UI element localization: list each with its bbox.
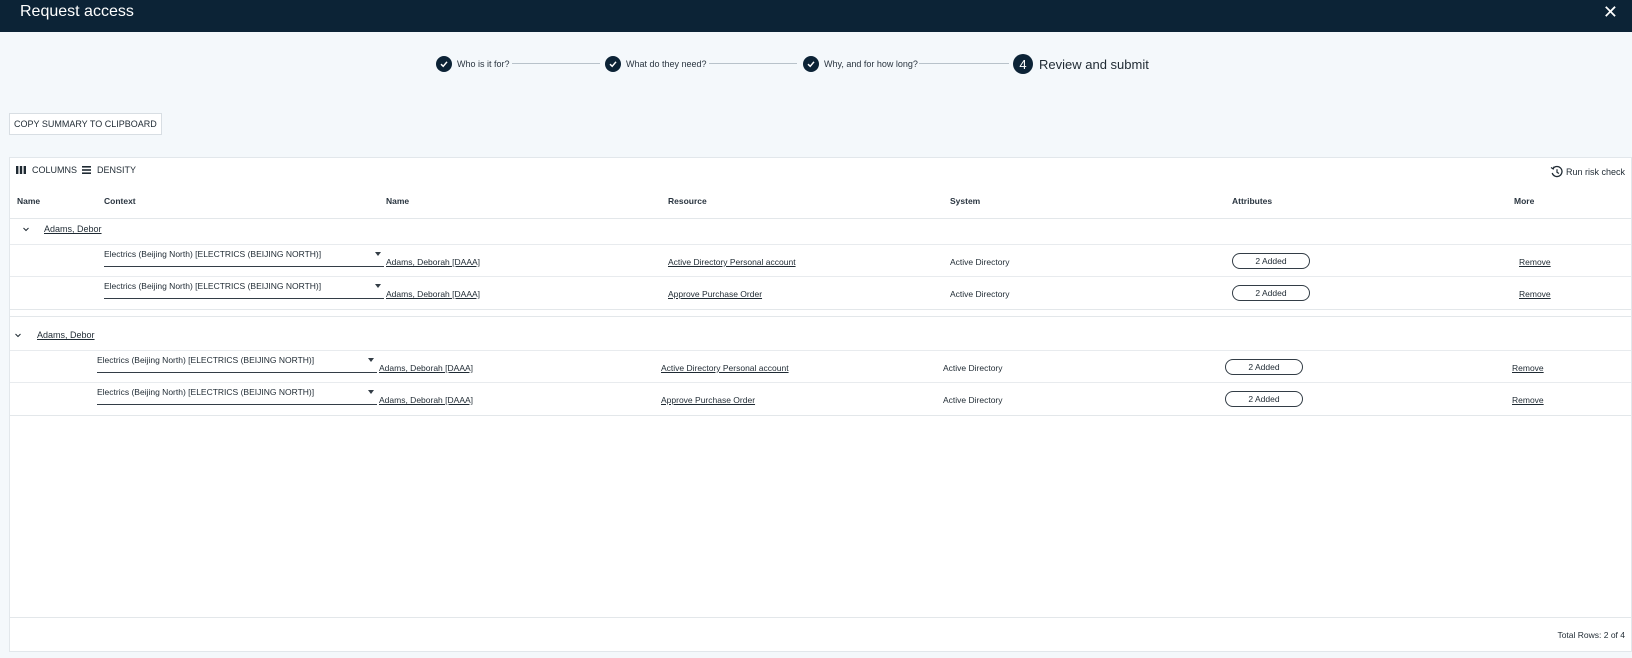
step-what[interactable]: What do they need? bbox=[605, 50, 707, 78]
system-cell: Active Directory bbox=[950, 289, 1010, 299]
table-row: Electrics (Beijing North) [ELECTRICS (BE… bbox=[10, 276, 1631, 310]
system-cell: Active Directory bbox=[943, 395, 1003, 405]
grid-toolbar: COLUMNS DENSITY Run risk check bbox=[10, 158, 1631, 182]
density-button[interactable]: DENSITY bbox=[82, 165, 136, 175]
context-select[interactable]: Electrics (Beijing North) [ELECTRICS (BE… bbox=[104, 281, 384, 299]
resource-link[interactable]: Approve Purchase Order bbox=[668, 289, 762, 299]
density-icon bbox=[82, 166, 91, 174]
columns-icon bbox=[16, 166, 26, 174]
check-icon bbox=[605, 56, 621, 72]
step-who[interactable]: Who is it for? bbox=[436, 50, 510, 78]
column-header-name-2[interactable]: Name bbox=[386, 196, 409, 206]
close-icon[interactable]: ✕ bbox=[1603, 2, 1618, 23]
attributes-badge[interactable]: 2 Added bbox=[1225, 359, 1303, 375]
history-icon bbox=[1550, 165, 1563, 178]
identity-link[interactable]: Adams, Deborah [DAAA] bbox=[379, 395, 473, 405]
step-why[interactable]: Why, and for how long? bbox=[803, 50, 918, 78]
dropdown-arrow-icon bbox=[368, 390, 374, 394]
attributes-badge[interactable]: 2 Added bbox=[1232, 285, 1310, 301]
remove-link[interactable]: Remove bbox=[1519, 289, 1551, 299]
column-header-context[interactable]: Context bbox=[104, 196, 136, 206]
identity-link[interactable]: Adams, Deborah [DAAA] bbox=[379, 363, 473, 373]
total-rows-count: Total Rows: 2 of 4 bbox=[1557, 630, 1625, 640]
footer-divider bbox=[10, 617, 1631, 618]
table-row: Electrics (Beijing North) [ELECTRICS (BE… bbox=[10, 382, 1631, 416]
context-value: Electrics (Beijing North) [ELECTRICS (BE… bbox=[104, 249, 322, 259]
step-label: What do they need? bbox=[626, 59, 707, 69]
step-review[interactable]: 4 Review and submit bbox=[1013, 50, 1149, 78]
group-row: Adams, Debor bbox=[10, 320, 1631, 350]
dropdown-arrow-icon bbox=[375, 252, 381, 256]
check-icon bbox=[436, 56, 452, 72]
system-cell: Active Directory bbox=[943, 363, 1003, 373]
remove-link[interactable]: Remove bbox=[1519, 257, 1551, 267]
step-label: Who is it for? bbox=[457, 59, 510, 69]
run-risk-check-label: Run risk check bbox=[1565, 167, 1625, 177]
columns-label: COLUMNS bbox=[32, 165, 78, 175]
dialog-header: Request access ✕ bbox=[0, 0, 1632, 32]
columns-button[interactable]: COLUMNS bbox=[16, 165, 77, 175]
group-divider bbox=[10, 415, 1631, 416]
run-risk-check-button[interactable]: Run risk check bbox=[1550, 165, 1625, 179]
column-header-attributes[interactable]: Attributes bbox=[1232, 196, 1272, 206]
group-divider bbox=[10, 309, 1631, 310]
step-number: 4 bbox=[1013, 54, 1033, 74]
resource-link[interactable]: Active Directory Personal account bbox=[668, 257, 796, 267]
chevron-down-icon[interactable] bbox=[13, 330, 23, 340]
dialog-title: Request access bbox=[20, 3, 134, 20]
system-cell: Active Directory bbox=[950, 257, 1010, 267]
group-name[interactable]: Adams, Debor bbox=[37, 330, 95, 340]
step-label: Why, and for how long? bbox=[824, 59, 918, 69]
step-connector bbox=[512, 63, 600, 64]
table-row: Electrics (Beijing North) [ELECTRICS (BE… bbox=[10, 350, 1631, 384]
context-select[interactable]: Electrics (Beijing North) [ELECTRICS (BE… bbox=[97, 387, 377, 405]
column-header-system[interactable]: System bbox=[950, 196, 980, 206]
dropdown-arrow-icon bbox=[375, 284, 381, 288]
chevron-down-icon[interactable] bbox=[21, 224, 31, 234]
group-divider bbox=[10, 316, 1631, 317]
progress-stepper: Who is it for? What do they need? Why, a… bbox=[0, 50, 1632, 78]
group-row: Adams, Debor bbox=[10, 214, 1631, 244]
step-label: Review and submit bbox=[1039, 56, 1149, 72]
context-value: Electrics (Beijing North) [ELECTRICS (BE… bbox=[104, 281, 322, 291]
resource-link[interactable]: Active Directory Personal account bbox=[661, 363, 789, 373]
group-name[interactable]: Adams, Debor bbox=[44, 224, 102, 234]
context-value: Electrics (Beijing North) [ELECTRICS (BE… bbox=[97, 355, 315, 365]
dropdown-arrow-icon bbox=[368, 358, 374, 362]
column-header-name[interactable]: Name bbox=[17, 196, 40, 206]
attributes-badge[interactable]: 2 Added bbox=[1225, 391, 1303, 407]
identity-link[interactable]: Adams, Deborah [DAAA] bbox=[386, 257, 480, 267]
remove-link[interactable]: Remove bbox=[1512, 363, 1544, 373]
resource-link[interactable]: Approve Purchase Order bbox=[661, 395, 755, 405]
column-header-resource[interactable]: Resource bbox=[668, 196, 707, 206]
column-header-more[interactable]: More bbox=[1514, 196, 1534, 206]
step-connector bbox=[709, 63, 797, 64]
table-row: Electrics (Beijing North) [ELECTRICS (BE… bbox=[10, 244, 1631, 278]
remove-link[interactable]: Remove bbox=[1512, 395, 1544, 405]
copy-summary-button[interactable]: COPY SUMMARY TO CLIPBOARD bbox=[9, 113, 162, 135]
context-select[interactable]: Electrics (Beijing North) [ELECTRICS (BE… bbox=[104, 249, 384, 267]
context-select[interactable]: Electrics (Beijing North) [ELECTRICS (BE… bbox=[97, 355, 377, 373]
check-icon bbox=[803, 56, 819, 72]
identity-link[interactable]: Adams, Deborah [DAAA] bbox=[386, 289, 480, 299]
step-connector bbox=[919, 63, 1009, 64]
density-label: DENSITY bbox=[97, 165, 137, 175]
attributes-badge[interactable]: 2 Added bbox=[1232, 253, 1310, 269]
context-value: Electrics (Beijing North) [ELECTRICS (BE… bbox=[97, 387, 315, 397]
review-table: COLUMNS DENSITY Run risk check Name Cont… bbox=[9, 157, 1632, 652]
